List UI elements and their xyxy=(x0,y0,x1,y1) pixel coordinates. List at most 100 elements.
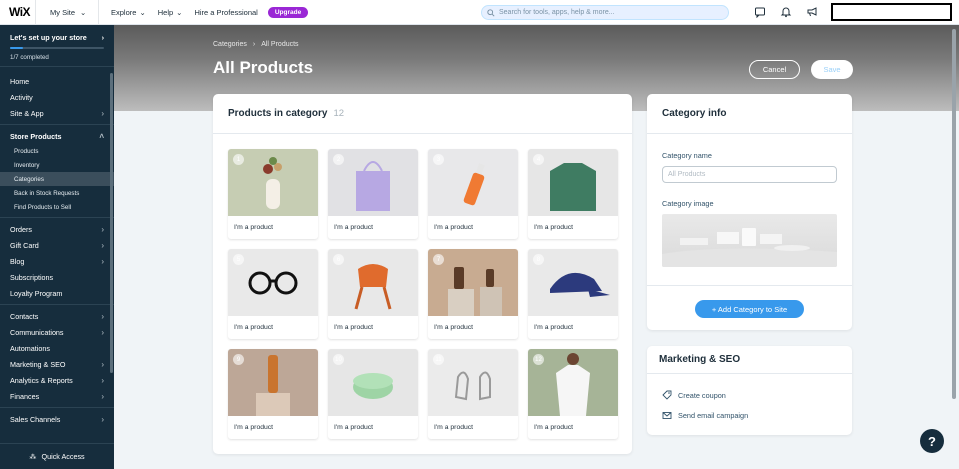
product-tile[interactable]: 9 I'm a product xyxy=(228,349,318,439)
sidebar-item-gift-card[interactable]: Gift Card › xyxy=(0,237,114,253)
hire-professional-link[interactable]: Hire a Professional xyxy=(194,8,257,17)
chevron-right-icon: › xyxy=(101,108,104,118)
product-tile[interactable]: 1 I'm a product xyxy=(228,149,318,239)
divider xyxy=(0,407,114,408)
sidebar-item-contacts[interactable]: Contacts › xyxy=(0,308,114,324)
account-box[interactable] xyxy=(831,3,952,21)
product-image: 6 xyxy=(328,249,418,316)
chat-icon[interactable] xyxy=(754,6,766,18)
product-name: I'm a product xyxy=(334,324,374,331)
help-menu[interactable]: Help ⌄ xyxy=(158,8,183,17)
sidebar-scrollbar[interactable] xyxy=(110,73,113,373)
category-image[interactable] xyxy=(662,214,837,267)
product-tile[interactable]: 3 I'm a product xyxy=(428,149,518,239)
product-number-badge: 8 xyxy=(533,254,544,265)
site-selector[interactable]: My Site ⌄ xyxy=(50,8,90,17)
sidebar-item-activity[interactable]: Activity xyxy=(0,89,114,105)
sidebar-item-sales-channels[interactable]: Sales Channels › xyxy=(0,411,114,427)
top-bar: WiX My Site ⌄ Explore ⌄ Help ⌄ Hire a Prof… xyxy=(0,0,959,25)
product-number-badge: 9 xyxy=(233,354,244,365)
sidebar-item-communications[interactable]: Communications › xyxy=(0,324,114,340)
sidebar-sub-categories[interactable]: Categories xyxy=(0,172,114,186)
breadcrumb-current: All Products xyxy=(261,41,299,48)
product-tile[interactable]: 4 I'm a product xyxy=(528,149,618,239)
products-in-category-card: Products in category 12 1 I'm a product 2 I… xyxy=(213,94,632,454)
sidebar-sub-products[interactable]: Products xyxy=(0,144,114,158)
sidebar-sub-find-products[interactable]: Find Products to Sell xyxy=(0,200,114,214)
chevron-right-icon: › xyxy=(101,327,104,337)
create-coupon-label: Create coupon xyxy=(678,390,726,400)
sidebar-item-label: Analytics & Reports xyxy=(10,375,73,385)
podium-image xyxy=(662,228,837,267)
sidebar-item-automations[interactable]: Automations xyxy=(0,340,114,356)
sidebar-sub-inventory[interactable]: Inventory xyxy=(0,158,114,172)
quick-access-button[interactable]: ⁂ Quick Access xyxy=(0,443,114,469)
sidebar-item-label: Marketing & SEO xyxy=(10,359,66,369)
chevron-right-icon: › xyxy=(101,359,104,369)
category-image-label: Category image xyxy=(662,199,714,208)
setup-status: 1/7 completed xyxy=(10,54,49,61)
product-number-badge: 2 xyxy=(333,154,344,165)
sidebar-item-label: Automations xyxy=(10,343,50,353)
divider xyxy=(0,217,114,218)
sidebar-item-site-app[interactable]: Site & App › xyxy=(0,105,114,121)
wix-logo[interactable]: WiX xyxy=(9,5,35,19)
product-image: 4 xyxy=(528,149,618,216)
chevron-right-icon: › xyxy=(101,311,104,321)
help-label: Help xyxy=(157,7,174,17)
product-number-badge: 1 xyxy=(233,154,244,165)
category-name-input[interactable]: All Products xyxy=(662,166,837,183)
main-scrollbar[interactable] xyxy=(952,29,956,399)
category-name-placeholder: All Products xyxy=(668,171,706,178)
product-tile[interactable]: 11 I'm a product xyxy=(428,349,518,439)
product-tile[interactable]: 10 I'm a product xyxy=(328,349,418,439)
sidebar-item-finances[interactable]: Finances › xyxy=(0,388,114,404)
product-image: 12 xyxy=(528,349,618,416)
product-number-badge: 7 xyxy=(433,254,444,265)
sidebar-item-home[interactable]: Home xyxy=(0,73,114,89)
help-button[interactable]: ? xyxy=(920,429,944,453)
send-email-campaign-link[interactable]: Send email campaign xyxy=(662,410,748,420)
sidebar-item-blog[interactable]: Blog › xyxy=(0,253,114,269)
sidebar-item-loyalty[interactable]: Loyalty Program xyxy=(0,285,114,301)
product-tile[interactable]: 6 I'm a product xyxy=(328,249,418,339)
add-category-to-site-button[interactable]: + Add Category to Site xyxy=(695,300,804,318)
product-tile[interactable]: 7 I'm a product xyxy=(428,249,518,339)
breadcrumb: Categories › All Products xyxy=(213,41,299,48)
divider xyxy=(0,304,114,305)
create-coupon-link[interactable]: Create coupon xyxy=(662,390,726,400)
product-number-badge: 11 xyxy=(433,354,444,365)
tag-icon xyxy=(662,390,672,400)
marketing-seo-card: Marketing & SEO Create coupon Send email… xyxy=(647,346,852,435)
setup-progress-panel[interactable]: Let's set up your store › 1/7 completed xyxy=(0,25,114,67)
divider xyxy=(35,0,36,25)
sidebar-item-analytics[interactable]: Analytics & Reports › xyxy=(0,372,114,388)
sidebar-item-store-products[interactable]: Store Products ˄ xyxy=(0,128,114,144)
product-image: 10 xyxy=(328,349,418,416)
breadcrumb-categories[interactable]: Categories xyxy=(213,41,247,48)
product-tile[interactable]: 2 I'm a product xyxy=(328,149,418,239)
product-tile[interactable]: 5 I'm a product xyxy=(228,249,318,339)
product-name: I'm a product xyxy=(234,424,274,431)
sidebar-item-marketing-seo[interactable]: Marketing & SEO › xyxy=(0,356,114,372)
sidebar-item-orders[interactable]: Orders › xyxy=(0,221,114,237)
sidebar-item-label: Contacts xyxy=(10,311,39,321)
product-image: 9 xyxy=(228,349,318,416)
megaphone-icon[interactable] xyxy=(806,6,818,18)
product-count: 12 xyxy=(333,108,345,119)
product-number-badge: 6 xyxy=(333,254,344,265)
sidebar-item-label: Subscriptions xyxy=(10,272,54,282)
product-name: I'm a product xyxy=(434,224,474,231)
sidebar-sub-back-in-stock[interactable]: Back in Stock Requests xyxy=(0,186,114,200)
product-tile[interactable]: 12 I'm a product xyxy=(528,349,618,439)
explore-menu[interactable]: Explore ⌄ xyxy=(111,8,146,17)
explore-label: Explore xyxy=(111,7,137,17)
upgrade-button[interactable]: Upgrade xyxy=(267,6,309,18)
bell-icon[interactable] xyxy=(780,6,792,18)
chevron-right-icon: › xyxy=(252,41,256,48)
sidebar-item-subscriptions[interactable]: Subscriptions xyxy=(0,269,114,285)
setup-progress-fill xyxy=(10,47,24,49)
product-tile[interactable]: 8 I'm a product xyxy=(528,249,618,339)
product-number-badge: 12 xyxy=(533,354,544,365)
search-input[interactable]: Search for tools, apps, help & more... xyxy=(481,5,729,20)
